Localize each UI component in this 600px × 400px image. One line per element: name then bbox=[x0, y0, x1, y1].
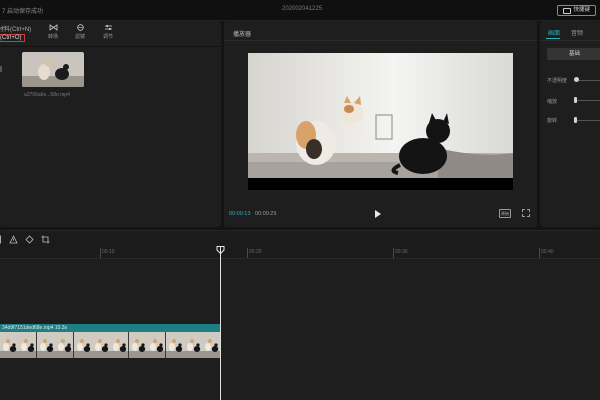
clip-frame bbox=[55, 332, 74, 358]
shortcut-button-label: 快捷键 bbox=[573, 7, 590, 13]
tool-filter-label: 滤镜 bbox=[74, 34, 85, 40]
menu-open-item-highlighted[interactable]: (Ctrl+O) bbox=[0, 34, 25, 42]
media-file-name: a3706a6e...68e.mp4 bbox=[24, 92, 70, 98]
opacity-label: 不透明度 bbox=[547, 78, 568, 84]
clip-frame bbox=[165, 332, 184, 358]
filter-icon bbox=[76, 24, 84, 31]
project-title: 202002041225 bbox=[282, 6, 323, 12]
properties-panel: 画面 音频 基础 不透明度 缩放 旋转 bbox=[540, 21, 600, 227]
clip-frame bbox=[110, 332, 129, 358]
menu-import-item[interactable]: 材料(Ctrl+N) bbox=[0, 24, 31, 33]
clip-frame bbox=[128, 332, 148, 358]
adjust-icon bbox=[104, 25, 112, 30]
scale-slider-track[interactable] bbox=[574, 100, 600, 101]
clip-frame bbox=[0, 332, 19, 358]
keyboard-icon bbox=[563, 7, 572, 14]
timeline-ruler[interactable]: 00:10 00:20 00:30 00:40 bbox=[0, 248, 600, 259]
video-clip[interactable]: 34d9f7151ded68e.mp4 10.3s bbox=[0, 324, 221, 358]
rotate-icon[interactable] bbox=[25, 235, 34, 244]
scale-label: 缩放 bbox=[547, 99, 558, 105]
divider bbox=[540, 40, 600, 41]
tool-adjust[interactable]: 调节 bbox=[97, 24, 119, 40]
ruler-tick bbox=[100, 248, 101, 258]
active-tab-indicator bbox=[546, 38, 560, 39]
clip-frame bbox=[91, 332, 111, 358]
panel-edge-marker bbox=[0, 66, 2, 72]
ruler-tick bbox=[539, 248, 540, 258]
clip-frame bbox=[183, 332, 203, 358]
basic-button[interactable]: 基础 bbox=[547, 48, 600, 60]
tool-transition[interactable]: 转场 bbox=[42, 24, 64, 40]
transition-icon bbox=[49, 24, 57, 31]
tool-transition-label: 转场 bbox=[47, 34, 58, 40]
media-panel: 材料(Ctrl+N) (Ctrl+O) 转场 滤镜 调节 a3706a6e...… bbox=[0, 21, 221, 227]
playhead-handle[interactable] bbox=[216, 246, 225, 254]
ruler-label: 00:40 bbox=[541, 249, 554, 255]
clip-name: 34d9f7151ded68e.mp4 10.3s bbox=[2, 325, 67, 331]
ruler-label: 00:10 bbox=[102, 249, 115, 255]
clip-frame bbox=[73, 332, 92, 358]
clip-frame bbox=[36, 332, 56, 358]
opacity-slider-knob[interactable] bbox=[574, 77, 579, 82]
video-frame-image bbox=[248, 53, 513, 178]
tool-adjust-label: 调节 bbox=[102, 34, 113, 40]
play-icon[interactable] bbox=[375, 210, 381, 218]
tab-audio[interactable]: 音频 bbox=[571, 28, 583, 37]
clip-duration: 10.3s bbox=[54, 325, 68, 331]
player-title: 播放器 bbox=[233, 32, 252, 38]
media-thumbnail[interactable] bbox=[22, 52, 84, 87]
ruler-tick bbox=[393, 248, 394, 258]
status-text: 7 启动保存成功 bbox=[2, 9, 44, 15]
aspect-ratio-button[interactable]: 原始 bbox=[499, 209, 511, 218]
clip-filmstrip bbox=[0, 332, 221, 358]
clip-file-name: 34d9f7151ded68e.mp4 bbox=[2, 325, 54, 331]
tool-filter[interactable]: 滤镜 bbox=[69, 24, 91, 40]
ruler-label: 00:30 bbox=[395, 249, 408, 255]
warning-icon[interactable] bbox=[9, 235, 18, 244]
clip-frame bbox=[202, 332, 221, 358]
title-bar: 7 启动保存成功 202002041225 快捷键 bbox=[0, 0, 600, 21]
tab-picture[interactable]: 画面 bbox=[548, 28, 560, 37]
ruler-tick bbox=[247, 248, 248, 258]
media-thumbnail-image bbox=[22, 52, 84, 87]
clip-header: 34d9f7151ded68e.mp4 10.3s bbox=[0, 324, 221, 332]
rotation-slider-track[interactable] bbox=[574, 120, 600, 121]
shortcut-button[interactable]: 快捷键 bbox=[557, 5, 596, 16]
split-icon[interactable] bbox=[0, 235, 5, 244]
media-toolbar: 材料(Ctrl+N) (Ctrl+O) 转场 滤镜 调节 bbox=[0, 21, 221, 47]
clip-frame bbox=[18, 332, 37, 358]
playhead-line[interactable] bbox=[220, 246, 221, 400]
fullscreen-icon[interactable] bbox=[522, 209, 530, 217]
video-preview[interactable] bbox=[248, 53, 513, 190]
player-panel: 播放器 00:00:13 00:00:29 原始 bbox=[224, 21, 537, 227]
total-time: 00:00:29 bbox=[255, 211, 277, 217]
current-time: 00:00:13 bbox=[229, 211, 251, 217]
crop-icon[interactable] bbox=[41, 235, 50, 244]
clip-frame bbox=[147, 332, 166, 358]
divider bbox=[224, 40, 537, 41]
timeline-toolbar bbox=[0, 230, 600, 249]
rotation-slider-knob[interactable] bbox=[574, 117, 577, 123]
ruler-label: 00:20 bbox=[249, 249, 262, 255]
rotation-label: 旋转 bbox=[547, 118, 558, 124]
scale-slider-knob[interactable] bbox=[574, 97, 577, 103]
